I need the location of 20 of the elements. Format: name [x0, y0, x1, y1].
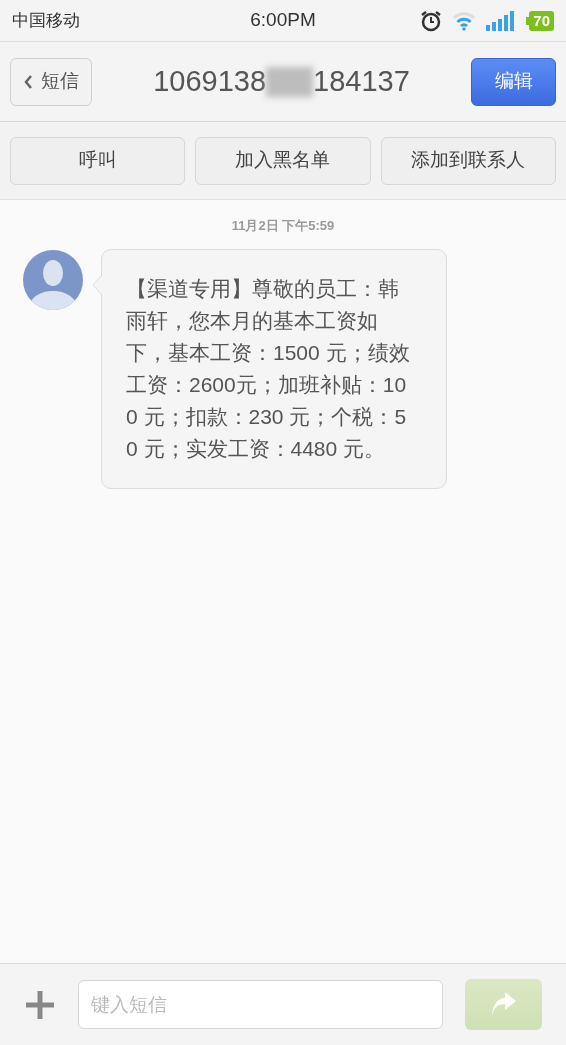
phone-number: 1069138 [153, 63, 267, 99]
edit-button[interactable]: 编辑 [471, 57, 556, 106]
battery-indicator: 70 [526, 10, 554, 31]
chevron-left-icon [23, 73, 33, 90]
signal-icon [486, 10, 517, 31]
message-bubble: 【渠道专用】尊敬的员工：韩雨轩，您本月的基本工资如下，基本工资：1500 元；绩效工资：2600元；加班补贴：100 元；扣款：230 元；个税：50 元；实发工资：4480 元。 [101, 248, 447, 489]
message-timestamp: 11月2日 下午5:59 [231, 217, 335, 235]
action-button[interactable]: 呼叫 [10, 136, 186, 185]
redaction-blur [266, 66, 314, 97]
message-input[interactable]: 键入短信 [78, 980, 443, 1029]
wifi-icon [452, 10, 477, 31]
share-arrow-icon [489, 992, 518, 1017]
clock-time: 6:00PM [250, 8, 316, 33]
phone-number: 184137 [313, 63, 410, 99]
add-icon[interactable] [24, 988, 56, 1021]
alarm-clock-icon [420, 9, 443, 32]
back-button[interactable]: 短信 [10, 57, 92, 106]
action-button[interactable]: 添加到联系人 [380, 136, 556, 185]
action-button[interactable]: 加入黑名单 [195, 136, 371, 185]
carrier-name: 中国移动 [12, 9, 80, 32]
